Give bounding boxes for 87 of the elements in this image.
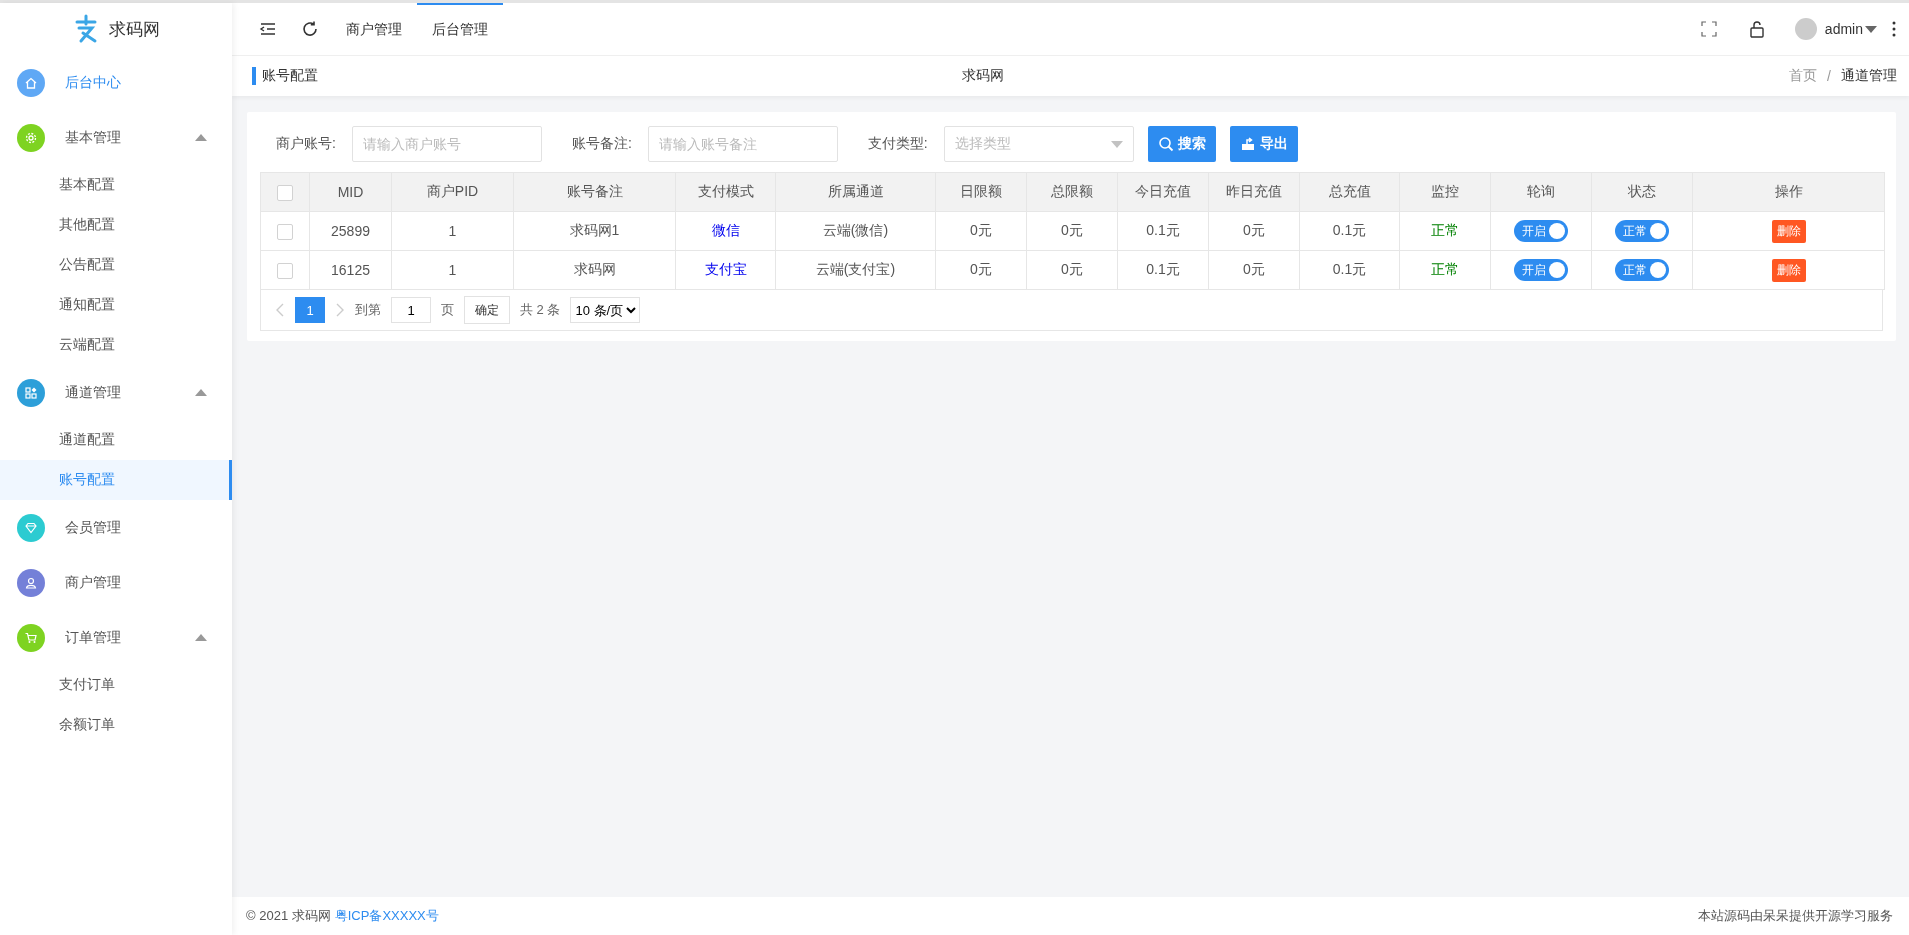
table-cell: 正常 xyxy=(1399,211,1491,251)
menu-item[interactable]: 基本管理 xyxy=(0,110,232,165)
table-cell: 0元 xyxy=(935,250,1027,290)
caret-icon[interactable] xyxy=(195,134,207,141)
submenu-item[interactable]: 公告配置 xyxy=(0,245,232,285)
site-name: 求码网 xyxy=(962,67,1005,85)
menu-item[interactable]: 订单管理 xyxy=(0,610,232,665)
table-cell: 求码网1 xyxy=(513,211,676,251)
caret-icon[interactable] xyxy=(195,634,207,641)
column-header: 商户PID xyxy=(391,172,514,212)
checkbox[interactable] xyxy=(277,223,293,240)
breadcrumb-link[interactable]: 通道管理 xyxy=(1841,67,1897,85)
page-unit: 页 xyxy=(441,301,454,319)
table-cell: 0元 xyxy=(1208,250,1300,290)
avatar[interactable] xyxy=(1794,18,1817,40)
table-cell: 1 xyxy=(391,250,514,290)
column-header: 日限额 xyxy=(935,172,1027,212)
confirm-button[interactable]: 确定 xyxy=(464,296,510,324)
prev-icon[interactable] xyxy=(275,303,285,317)
breadcrumb-separator: / xyxy=(1827,68,1831,84)
table-cell: 微信 xyxy=(675,211,776,251)
search-icon xyxy=(1157,136,1174,152)
icp-link[interactable]: 粤ICP备XXXXX号 xyxy=(334,907,439,925)
table-cell: 支付宝 xyxy=(675,250,776,290)
caret-icon[interactable] xyxy=(1865,25,1877,33)
nav-tab[interactable]: 商户管理 xyxy=(331,3,417,55)
submenu-item[interactable]: 云端配置 xyxy=(0,325,232,365)
menu-item[interactable]: 商户管理 xyxy=(0,555,232,610)
column-header: 操作 xyxy=(1692,172,1885,212)
table-cell: 0元 xyxy=(1026,250,1118,290)
page-input[interactable]: 1 xyxy=(391,297,431,323)
caret-icon[interactable] xyxy=(195,389,207,396)
table-cell: 1 xyxy=(391,211,514,251)
input-field[interactable]: 请输入商户账号 xyxy=(351,126,542,162)
export-icon xyxy=(1239,136,1256,152)
column-header: MID xyxy=(309,172,392,212)
table-cell: 16125 xyxy=(309,250,392,290)
footer-note: 本站源码由呆呆提供开源学习服务 xyxy=(1698,907,1893,925)
next-icon[interactable] xyxy=(335,303,345,317)
table-cell: 0.1元 xyxy=(1117,211,1209,251)
column-header: 昨日充值 xyxy=(1208,172,1300,212)
table-cell: 云端(支付宝) xyxy=(775,250,936,290)
column-header: 总充值 xyxy=(1299,172,1400,212)
table-cell: 正常 xyxy=(1399,250,1491,290)
input-field[interactable]: 请输入账号备注 xyxy=(647,126,838,162)
menu-item[interactable]: 通道管理 xyxy=(0,365,232,420)
checkbox[interactable] xyxy=(277,262,293,279)
fullscreen-icon[interactable] xyxy=(1698,19,1719,39)
column-header: 状态 xyxy=(1591,172,1693,212)
submenu-item[interactable]: 基本配置 xyxy=(0,165,232,205)
submenu-item[interactable]: 余额订单 xyxy=(0,705,232,745)
column-header: 监控 xyxy=(1399,172,1491,212)
table-cell: 0元 xyxy=(935,211,1027,251)
column-header: 支付模式 xyxy=(675,172,776,212)
menu-icon[interactable] xyxy=(259,20,277,38)
filter-label: 支付类型: xyxy=(867,135,928,153)
page-title: 账号配置 xyxy=(252,67,962,85)
table-cell: 0元 xyxy=(1208,211,1300,251)
table-cell: 25899 xyxy=(309,211,392,251)
column-header: 轮询 xyxy=(1490,172,1592,212)
more-icon[interactable] xyxy=(1891,21,1897,37)
column-header: 账号备注 xyxy=(513,172,676,212)
column-header: 所属通道 xyxy=(775,172,936,212)
table-cell: 云端(微信) xyxy=(775,211,936,251)
copyright-text: © 2021 求码网 xyxy=(246,907,331,925)
table-cell: 0.1元 xyxy=(1299,211,1400,251)
filter-label: 账号备注: xyxy=(571,135,632,153)
submenu-item[interactable]: 支付订单 xyxy=(0,665,232,705)
submenu-item[interactable]: 通道配置 xyxy=(0,420,232,460)
table-cell: 0.1元 xyxy=(1117,250,1209,290)
table-cell: 求码网 xyxy=(513,250,676,290)
table-cell: 0元 xyxy=(1026,211,1118,251)
checkbox[interactable] xyxy=(277,184,293,201)
page-size-select[interactable]: 10 条/页 xyxy=(570,297,641,323)
user-name[interactable]: admin xyxy=(1824,21,1863,37)
table-cell: 0.1元 xyxy=(1299,250,1400,290)
submenu-item[interactable]: 通知配置 xyxy=(0,285,232,325)
refresh-icon[interactable] xyxy=(301,20,319,38)
column-header: 今日充值 xyxy=(1117,172,1209,212)
menu-item[interactable]: 后台中心 xyxy=(0,55,232,110)
goto-label: 到第 xyxy=(355,301,381,319)
total-count: 共 2 条 xyxy=(520,301,561,319)
column-header: 总限额 xyxy=(1026,172,1118,212)
filter-label: 商户账号: xyxy=(276,135,336,153)
submenu-item[interactable]: 其他配置 xyxy=(0,205,232,245)
logo-text: 求码网 xyxy=(108,18,160,41)
menu-item[interactable]: 会员管理 xyxy=(0,500,232,555)
